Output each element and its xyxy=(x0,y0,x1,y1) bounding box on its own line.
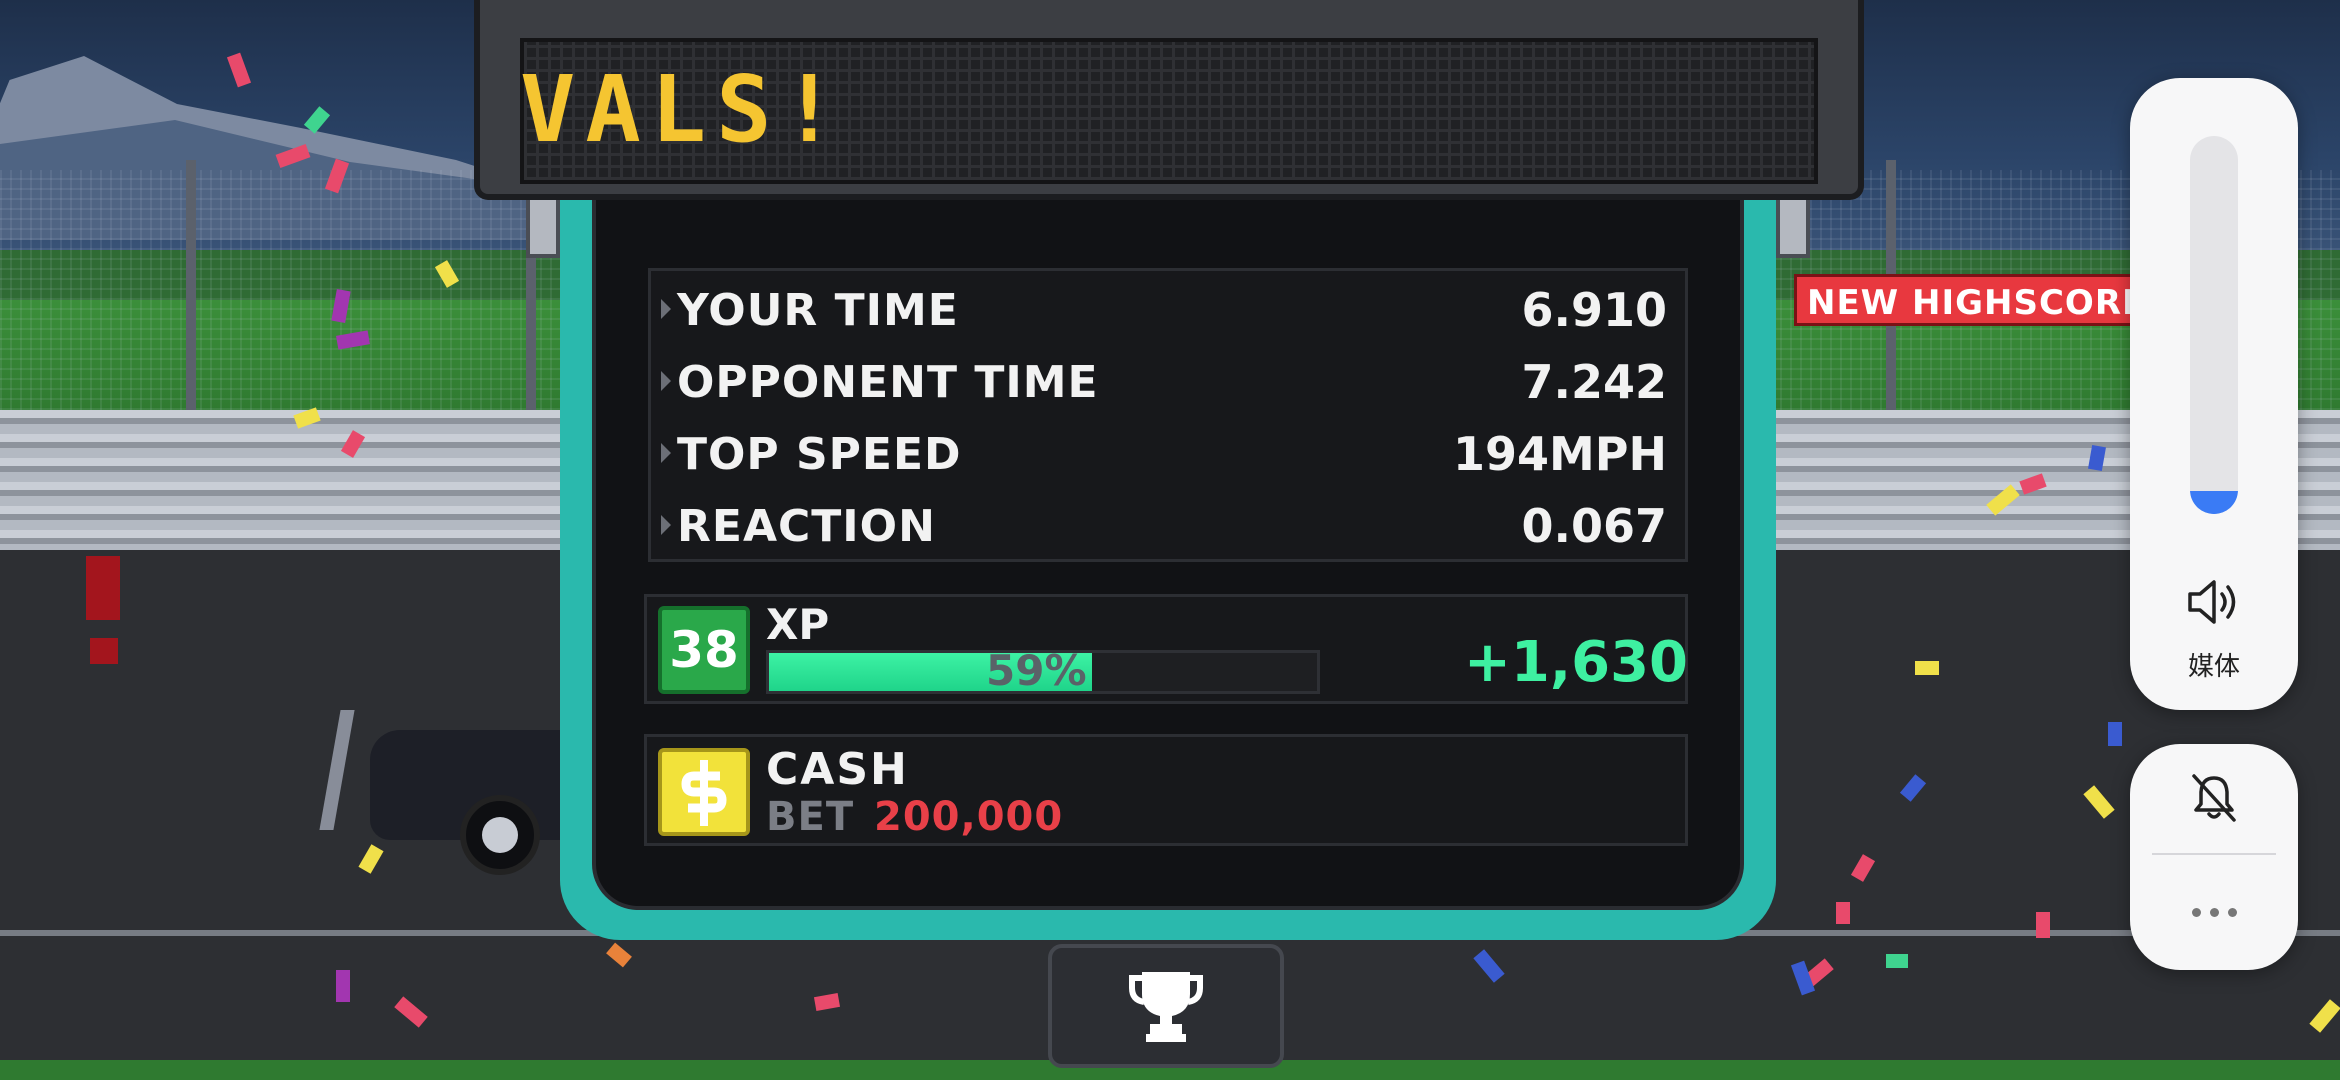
trophy-button[interactable] xyxy=(1048,944,1284,1068)
media-volume-slider[interactable] xyxy=(2190,136,2238,514)
stat-row-top-speed: TOP SPEED 194MPH xyxy=(651,421,1685,493)
more-icon[interactable] xyxy=(2174,884,2254,940)
trophy-icon xyxy=(1129,972,1203,1042)
start-light xyxy=(90,638,118,664)
media-label: 媒体 xyxy=(2187,652,2240,682)
stat-value: 6.910 xyxy=(1521,283,1667,337)
fence-pole xyxy=(186,160,196,410)
stat-value: 0.067 xyxy=(1521,499,1667,553)
confetti xyxy=(1915,661,1939,675)
level-badge: 38 xyxy=(658,606,750,694)
confetti xyxy=(1836,902,1850,924)
led-sign-message: VALS! xyxy=(520,60,847,160)
start-light xyxy=(86,556,120,620)
stat-label: OPPONENT TIME xyxy=(677,357,1099,408)
xp-progress-percent: 59% xyxy=(986,646,1087,695)
arrow-icon xyxy=(661,443,671,463)
arrow-icon xyxy=(661,515,671,535)
race-stats-panel: YOUR TIME 6.910 OPPONENT TIME 7.242 TOP … xyxy=(648,268,1688,562)
stat-label: REACTION xyxy=(677,501,936,552)
arrow-icon xyxy=(661,371,671,391)
bet-value: 200,000 xyxy=(874,794,1064,840)
stat-value: 7.242 xyxy=(1521,355,1667,409)
stat-value: 194MPH xyxy=(1452,427,1667,481)
sign-connector-left xyxy=(526,196,560,258)
xp-gain: +1,630 xyxy=(1463,630,1688,695)
confetti xyxy=(336,970,350,1002)
stat-label: TOP SPEED xyxy=(677,429,962,480)
speaker-icon[interactable] xyxy=(2186,576,2242,628)
bell-off-icon[interactable] xyxy=(2186,770,2242,826)
confetti xyxy=(2036,912,2050,938)
stat-row-reaction: REACTION 0.067 xyxy=(651,493,1685,565)
car-wheel xyxy=(460,795,540,875)
stat-label: YOUR TIME xyxy=(677,285,959,336)
cash-label: CASH xyxy=(766,744,909,795)
confetti xyxy=(1886,954,1908,968)
divider xyxy=(2152,853,2276,855)
stat-row-your-time: YOUR TIME 6.910 xyxy=(651,277,1685,349)
stat-row-opponent-time: OPPONENT TIME 7.242 xyxy=(651,349,1685,421)
dollar-icon xyxy=(658,748,750,836)
new-highscore-banner: NEW HIGHSCORE xyxy=(1794,274,2134,326)
bet-label: BET xyxy=(766,794,855,840)
sign-connector-right xyxy=(1776,196,1810,258)
arrow-icon xyxy=(661,299,671,319)
xp-label: XP xyxy=(766,600,830,649)
confetti xyxy=(2108,722,2122,746)
